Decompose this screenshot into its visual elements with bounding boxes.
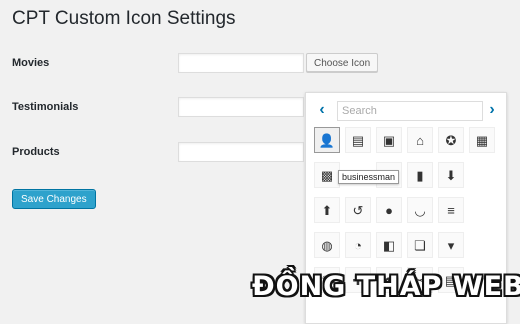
- products-icon-input[interactable]: [178, 142, 304, 162]
- upload-icon[interactable]: ⬆: [314, 197, 340, 223]
- dashboard-icon[interactable]: ◔: [345, 232, 371, 258]
- businessman-icon[interactable]: 👤: [314, 127, 340, 153]
- testimonials-label: Testimonials: [12, 101, 79, 113]
- icon-search-input[interactable]: [337, 101, 483, 121]
- movies-icon-input[interactable]: [178, 53, 304, 73]
- brush-icon[interactable]: ✎: [314, 267, 340, 293]
- movies-label: Movies: [12, 57, 50, 69]
- icon-grid: 👤▤▣⌂✪▦▩▮▮⬇⬆↺●◡≡◍◔◧❏▾✎✚☻✂▤: [314, 127, 506, 293]
- download-icon[interactable]: ⬇: [438, 162, 464, 188]
- smiley-icon[interactable]: ◡: [407, 197, 433, 223]
- id-card-icon[interactable]: ▤: [345, 127, 371, 153]
- chevron-left-icon[interactable]: ‹: [314, 101, 330, 119]
- testimonials-icon-input[interactable]: [178, 97, 304, 117]
- settings-icon[interactable]: ▤: [438, 267, 464, 293]
- lightbulb-icon[interactable]: ●: [376, 197, 402, 223]
- products-label: Products: [12, 146, 60, 158]
- media-icon[interactable]: ◧: [376, 232, 402, 258]
- users-icon[interactable]: ☻: [376, 267, 402, 293]
- page-title: CPT Custom Icon Settings: [12, 8, 236, 29]
- pages-icon[interactable]: ❏: [407, 232, 433, 258]
- comment-icon[interactable]: ▾: [438, 232, 464, 258]
- backup-icon[interactable]: ↺: [345, 197, 371, 223]
- qr-code-icon[interactable]: ▩: [314, 162, 340, 188]
- award-icon[interactable]: ✪: [438, 127, 464, 153]
- icon-picker-panel: ‹ › 👤▤▣⌂✪▦▩▮▮⬇⬆↺●◡≡◍◔◧❏▾✎✚☻✂▤: [305, 92, 507, 324]
- screen-options-icon[interactable]: ▦: [469, 127, 495, 153]
- choose-icon-button[interactable]: Choose Icon: [306, 53, 379, 72]
- plugin-icon[interactable]: ✚: [345, 267, 371, 293]
- icon-tooltip: businessman: [338, 170, 400, 184]
- menu-icon[interactable]: ≡: [438, 197, 464, 223]
- id-badge-icon[interactable]: ▣: [376, 127, 402, 153]
- save-changes-button[interactable]: Save Changes: [12, 189, 96, 209]
- store-icon[interactable]: ⌂: [407, 127, 433, 153]
- book-alt-icon[interactable]: ▮: [407, 162, 433, 188]
- tools-icon[interactable]: ✂: [407, 267, 433, 293]
- chevron-right-icon[interactable]: ›: [484, 101, 500, 119]
- globe-icon[interactable]: ◍: [314, 232, 340, 258]
